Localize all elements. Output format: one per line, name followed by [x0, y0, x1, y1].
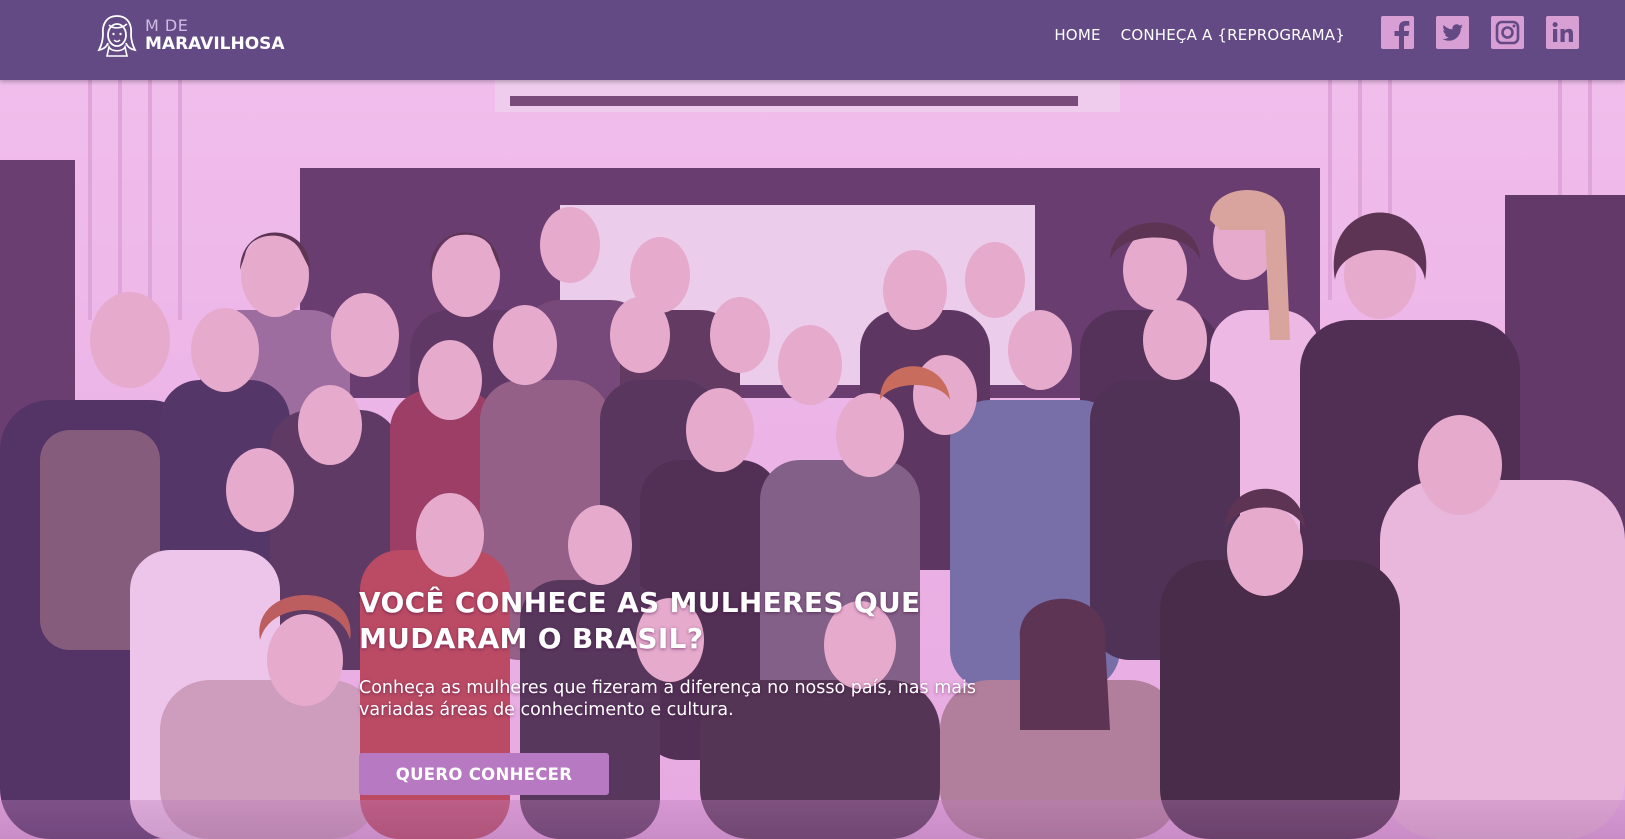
instagram-icon[interactable]: [1491, 16, 1524, 49]
hero-description: Conheça as mulheres que fizeram a difere…: [359, 678, 976, 720]
site-header: M DE MARAVILHOSA HOME CONHEÇA A {REPROGR…: [0, 0, 1625, 80]
nav-reprograma-link[interactable]: CONHEÇA A {REPROGRAMA}: [1121, 26, 1345, 44]
linkedin-icon[interactable]: [1546, 16, 1579, 49]
twitter-icon[interactable]: [1436, 16, 1469, 49]
hero-section: VOCÊ CONHECE AS MULHERES QUE MUDARAM O B…: [0, 80, 1625, 839]
woman-face-icon: [97, 15, 137, 57]
brand-name-top: M DE: [145, 15, 189, 35]
brand-name-bottom: MARAVILHOSA: [145, 33, 285, 54]
facebook-icon[interactable]: [1381, 16, 1414, 49]
landing-page: M DE MARAVILHOSA HOME CONHEÇA A {REPROGR…: [0, 0, 1625, 839]
brand-wordmark: M DE MARAVILHOSA: [145, 15, 285, 54]
nav-home-link[interactable]: HOME: [1054, 26, 1100, 44]
brand-logo[interactable]: M DE MARAVILHOSA: [97, 12, 285, 58]
hero-title: VOCÊ CONHECE AS MULHERES QUE MUDARAM O B…: [359, 586, 921, 655]
hero-content: VOCÊ CONHECE AS MULHERES QUE MUDARAM O B…: [359, 585, 1019, 795]
quero-conhecer-button[interactable]: QUERO CONHECER: [359, 753, 609, 795]
social-links: [1381, 16, 1579, 49]
main-nav: HOME CONHEÇA A {REPROGRAMA}: [1054, 26, 1345, 44]
